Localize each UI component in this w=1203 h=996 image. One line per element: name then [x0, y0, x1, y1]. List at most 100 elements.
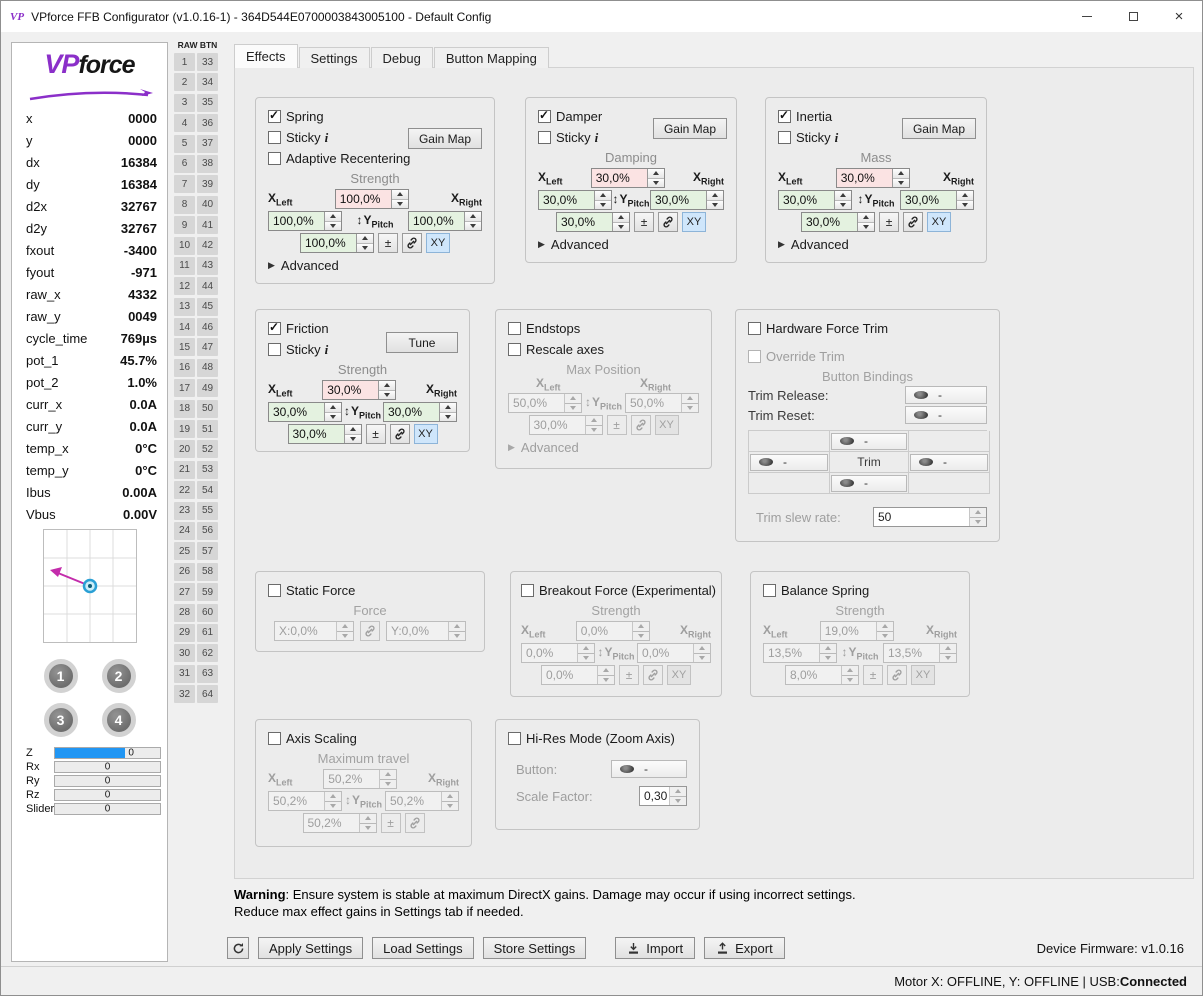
trim-reset-binding-button[interactable]: -	[905, 406, 987, 424]
spinner-up-button[interactable]	[598, 666, 614, 675]
spring-top-spinner[interactable]: 100,0%	[334, 189, 409, 209]
spinner-down-button[interactable]	[379, 389, 396, 399]
breakout-bottom-spinner[interactable]: 0,0%	[541, 665, 615, 685]
maximize-button[interactable]	[1110, 1, 1156, 32]
balance-left-spinner[interactable]: 13,5%	[763, 643, 837, 663]
minimize-button[interactable]	[1064, 1, 1110, 32]
trim-release-binding-button[interactable]: -	[905, 386, 987, 404]
tab-button-mapping[interactable]: Button Mapping	[433, 47, 549, 68]
damper-xy-button[interactable]: XY	[682, 212, 706, 232]
breakout-right-spinner[interactable]: 0,0%	[637, 643, 711, 663]
spinner-up-button[interactable]	[325, 792, 341, 801]
spinner-up-button[interactable]	[380, 770, 397, 779]
inertia-advanced-expander[interactable]: ▶ Advanced	[778, 237, 974, 252]
static-force-y-spinner[interactable]: Y:0,0%	[386, 621, 466, 641]
spring-adaptive-recentering-checkbox[interactable]	[268, 152, 281, 165]
inertia-left-spinner[interactable]: 30,0%	[778, 190, 852, 210]
trim-right-binding-button[interactable]: -	[910, 453, 988, 471]
spinner-up-button[interactable]	[449, 622, 465, 631]
tab-effects[interactable]: Effects	[234, 44, 298, 68]
damper-right-spinner[interactable]: 30,0%	[650, 190, 724, 210]
axis-scaling-plusminus-button[interactable]: ±	[380, 813, 401, 833]
friction-sticky-checkbox[interactable]	[268, 343, 281, 356]
spinner-up-button[interactable]	[682, 394, 698, 403]
spring-advanced-expander[interactable]: ▶ Advanced	[268, 258, 482, 273]
breakout-xy-button[interactable]: XY	[667, 665, 691, 685]
breakout-top-spinner[interactable]: 0,0%	[575, 621, 650, 641]
spinner-down-button[interactable]	[892, 177, 909, 187]
spinner-down-button[interactable]	[449, 630, 465, 640]
export-button[interactable]: Export	[704, 937, 785, 959]
endstops-advanced-expander[interactable]: ▶ Advanced	[508, 440, 699, 455]
inertia-bottom-spinner[interactable]: 30,0%	[801, 212, 875, 232]
spinner-up-button[interactable]	[820, 644, 836, 653]
spring-bottom-spinner[interactable]: 100,0%	[300, 233, 374, 253]
spinner-down-button[interactable]	[585, 424, 602, 434]
rescale-axes-checkbox[interactable]	[508, 343, 521, 356]
static-force-checkbox[interactable]	[268, 584, 281, 597]
spinner-up-button[interactable]	[465, 212, 481, 221]
damper-bottom-spinner[interactable]: 30,0%	[556, 212, 630, 232]
inertia-gain-map-button[interactable]: Gain Map	[901, 118, 976, 139]
friction-checkbox[interactable]	[268, 320, 281, 335]
refresh-button[interactable]	[227, 937, 249, 959]
spinner-up-button[interactable]	[325, 212, 341, 221]
friction-right-spinner[interactable]: 30,0%	[383, 402, 457, 422]
close-button[interactable]: ×	[1156, 1, 1202, 32]
spinner-down-button[interactable]	[876, 630, 893, 640]
inertia-link-button[interactable]	[903, 212, 923, 232]
breakout-force-checkbox[interactable]	[521, 584, 534, 597]
import-button[interactable]: Import	[615, 937, 696, 959]
spinner-down-button[interactable]	[957, 199, 973, 209]
spinner-down-button[interactable]	[442, 800, 458, 810]
hires-mode-checkbox[interactable]	[508, 732, 521, 745]
spinner-up-button[interactable]	[876, 622, 893, 631]
spring-gain-map-button[interactable]: Gain Map	[407, 128, 482, 149]
spring-left-spinner[interactable]: 100,0%	[268, 211, 342, 231]
trim-up-binding-button[interactable]: -	[831, 432, 907, 450]
balance-bottom-spinner[interactable]: 8,0%	[785, 665, 859, 685]
friction-left-spinner[interactable]: 30,0%	[268, 402, 342, 422]
spinner-up-button[interactable]	[565, 394, 581, 403]
balance-plusminus-button[interactable]: ±	[863, 665, 883, 685]
spinner-down-button[interactable]	[694, 652, 710, 662]
spinner-down-button[interactable]	[613, 221, 629, 231]
spinner-up-button[interactable]	[337, 622, 353, 631]
spinner-down-button[interactable]	[647, 177, 664, 187]
axis-scaling-checkbox[interactable]	[268, 732, 281, 745]
tab-settings[interactable]: Settings	[298, 47, 370, 68]
inertia-right-spinner[interactable]: 30,0%	[900, 190, 974, 210]
inertia-sticky-checkbox[interactable]	[778, 131, 791, 144]
hardware-force-trim-checkbox[interactable]	[748, 322, 761, 335]
endstops-checkbox[interactable]	[508, 322, 521, 335]
inertia-checkbox[interactable]	[778, 108, 791, 123]
balance-xy-button[interactable]: XY	[911, 665, 935, 685]
friction-top-spinner[interactable]: 30,0%	[322, 380, 397, 400]
spinner-up-button[interactable]	[344, 425, 361, 434]
spinner-down-button[interactable]	[357, 242, 373, 252]
trim-down-binding-button[interactable]: -	[831, 474, 907, 492]
load-settings-button[interactable]: Load Settings	[372, 937, 474, 959]
endstops-link-button[interactable]	[630, 415, 651, 435]
spinner-down-button[interactable]	[842, 674, 858, 684]
spinner-down-button[interactable]	[344, 433, 361, 443]
endstops-bottom-spinner[interactable]: 30,0%	[528, 415, 603, 435]
damper-top-spinner[interactable]: 30,0%	[590, 168, 665, 188]
spinner-up-button[interactable]	[440, 403, 456, 412]
spinner-up-button[interactable]	[707, 191, 723, 200]
damper-sticky-checkbox[interactable]	[538, 131, 551, 144]
inertia-xy-button[interactable]: XY	[927, 212, 951, 232]
spinner-down-button[interactable]	[325, 800, 341, 810]
spinner-up-button[interactable]	[359, 814, 376, 823]
spinner-up-button[interactable]	[670, 787, 686, 796]
balance-top-spinner[interactable]: 19,0%	[819, 621, 894, 641]
spring-right-spinner[interactable]: 100,0%	[408, 211, 482, 231]
spinner-up-button[interactable]	[835, 191, 851, 200]
axis-scaling-right-spinner[interactable]: 50,2%	[385, 791, 459, 811]
spinner-up-button[interactable]	[957, 191, 973, 200]
spinner-down-button[interactable]	[820, 652, 836, 662]
endstops-left-spinner[interactable]: 50,0%	[508, 393, 582, 413]
spinner-down-button[interactable]	[337, 630, 353, 640]
spinner-up-button[interactable]	[442, 792, 458, 801]
balance-spring-checkbox[interactable]	[763, 584, 776, 597]
